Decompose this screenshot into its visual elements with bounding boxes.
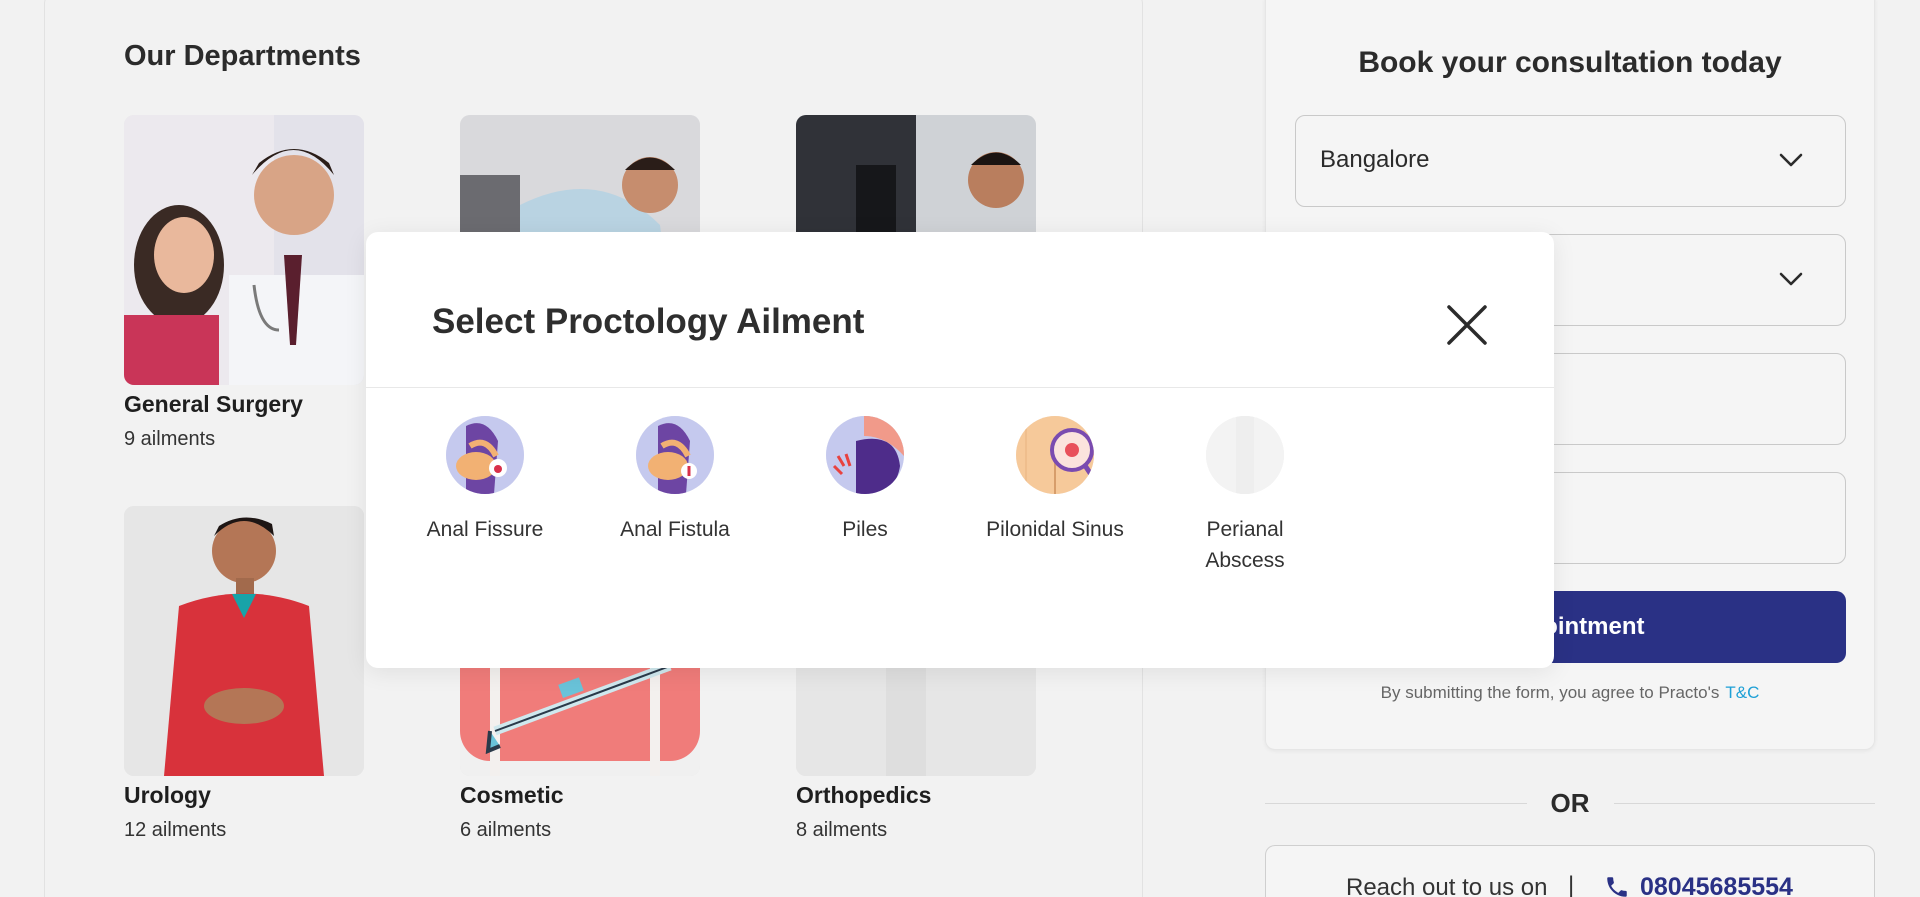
dept-ailment-count: 12 ailments — [124, 819, 227, 841]
piles-icon — [826, 416, 904, 494]
pilonidal-sinus-icon — [1016, 416, 1094, 494]
divider-right — [1614, 803, 1875, 804]
ailment-label: Piles — [842, 518, 888, 541]
city-select[interactable]: Bangalore — [1295, 115, 1846, 207]
terms-link[interactable]: T&C — [1725, 683, 1759, 702]
ailment-pilonidal-sinus[interactable]: Pilonidal Sinus — [980, 416, 1130, 545]
booking-title: Book your consultation today — [1358, 46, 1782, 79]
ailment-piles[interactable]: Piles — [790, 416, 940, 545]
chevron-down-icon — [1779, 272, 1803, 286]
separator: | — [1568, 872, 1575, 897]
modal-header: Select Proctology Ailment — [366, 232, 1554, 388]
perianal-abscess-icon — [1206, 416, 1284, 494]
dept-name: General Surgery — [124, 391, 303, 417]
ailment-modal: Select Proctology Ailment Anal Fissure A… — [366, 232, 1554, 668]
terms-note: By submitting the form, you agree to Pra… — [1266, 683, 1874, 703]
ailment-label: Anal Fistula — [620, 518, 730, 541]
ailment-anal-fissure[interactable]: Anal Fissure — [410, 416, 560, 545]
ailment-label: Anal Fissure — [426, 518, 544, 541]
ailment-label: Perianal Abscess — [1205, 518, 1285, 572]
dept-name: Urology — [124, 782, 211, 808]
dept-ailment-count: 8 ailments — [796, 819, 888, 841]
dept-name: Cosmetic — [460, 782, 564, 808]
dept-card-general-surgery[interactable]: General Surgery 9 ailments — [124, 115, 364, 451]
modal-title: Select Proctology Ailment — [432, 302, 865, 341]
dept-name: Orthopedics — [796, 782, 932, 808]
reach-out-text: Reach out to us on — [1346, 874, 1548, 897]
or-label: OR — [1550, 788, 1590, 818]
ailment-perianal-abscess[interactable]: Perianal Abscess — [1170, 416, 1320, 576]
dept-image-general-surgery — [124, 115, 364, 385]
anal-fissure-icon — [446, 416, 524, 494]
dept-ailment-count: 6 ailments — [460, 819, 552, 841]
phone-icon — [1607, 877, 1627, 897]
divider-left — [1265, 803, 1527, 804]
phone-number-link[interactable]: 08045685554 — [1640, 873, 1793, 897]
dept-card-urology[interactable]: Urology 12 ailments — [124, 506, 364, 842]
departments-title: Our Departments — [124, 40, 361, 72]
contact-box: Reach out to us on | 08045685554 — [1265, 845, 1875, 897]
dept-image-urology — [124, 506, 364, 776]
chevron-down-icon — [1779, 153, 1803, 167]
ailment-anal-fistula[interactable]: Anal Fistula — [600, 416, 750, 545]
city-select-value: Bangalore — [1320, 146, 1430, 173]
ailment-label: Pilonidal Sinus — [986, 518, 1124, 541]
close-icon[interactable] — [1444, 302, 1490, 348]
dept-ailment-count: 9 ailments — [124, 428, 216, 450]
anal-fistula-icon — [636, 416, 714, 494]
terms-text: By submitting the form, you agree to Pra… — [1380, 683, 1720, 702]
